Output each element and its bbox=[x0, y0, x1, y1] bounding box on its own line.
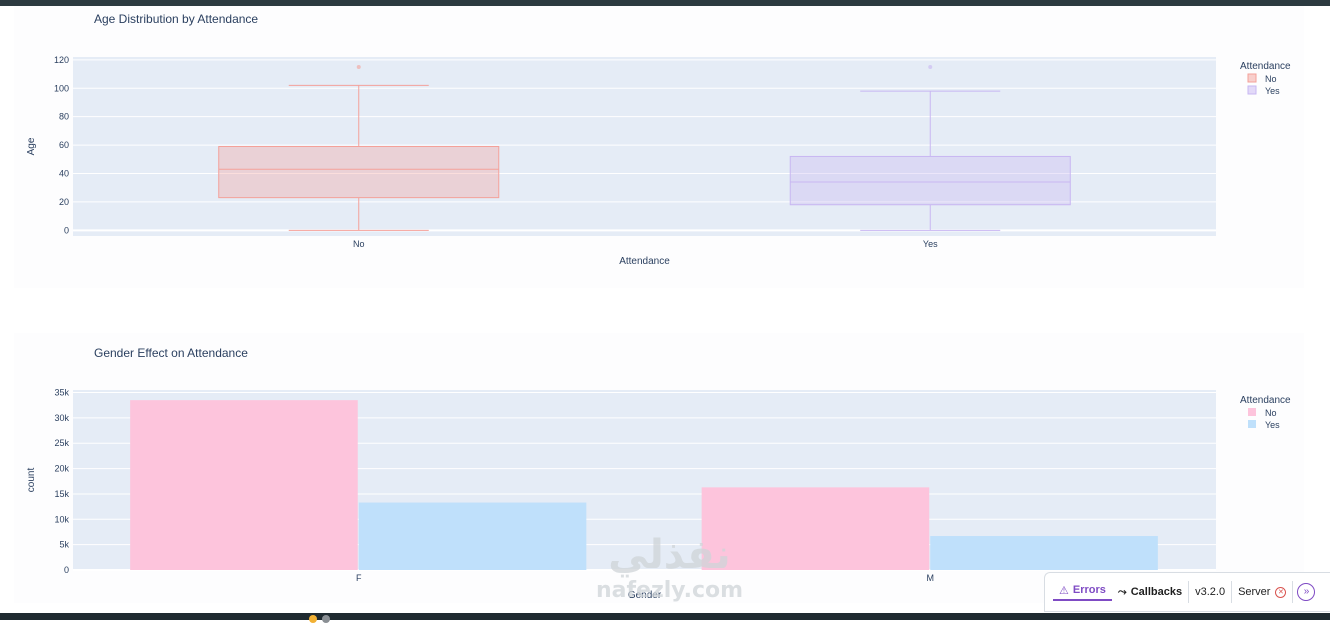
legend-label: Yes bbox=[1265, 86, 1280, 96]
x-tick-label: Yes bbox=[923, 239, 938, 249]
legend-title: Attendance bbox=[1240, 61, 1291, 72]
callback-graph-icon: ⤳ bbox=[1117, 585, 1127, 598]
y-tick-label: 120 bbox=[54, 55, 69, 65]
y-tick-label: 25k bbox=[54, 438, 69, 448]
y-tick-label: 0 bbox=[64, 565, 69, 575]
watermark-arabic: نفذلي bbox=[608, 532, 731, 578]
y-tick-label: 15k bbox=[54, 489, 69, 499]
version-label: v3.2.0 bbox=[1195, 586, 1226, 598]
taskbar bbox=[0, 613, 1330, 620]
y-tick-label: 30k bbox=[54, 413, 69, 423]
warning-icon: ⚠ bbox=[1059, 584, 1069, 597]
legend-swatch bbox=[1247, 73, 1257, 83]
watermark: نفذلي nafezly.com bbox=[582, 532, 757, 616]
callbacks-tab[interactable]: ⤳ Callbacks bbox=[1112, 586, 1188, 599]
server-status[interactable]: Server ✕ bbox=[1232, 586, 1292, 598]
taskbar-app-icon[interactable] bbox=[322, 615, 330, 623]
y-tick-label: 80 bbox=[59, 112, 69, 122]
y-tick-label: 5k bbox=[59, 540, 69, 550]
bar-yes bbox=[358, 502, 587, 570]
box-outlier bbox=[928, 64, 933, 69]
errors-label: Errors bbox=[1072, 584, 1106, 596]
bar-yes bbox=[930, 536, 1158, 570]
legend-swatch bbox=[1248, 420, 1256, 428]
x-tick-label: No bbox=[353, 239, 365, 249]
box-outlier bbox=[356, 64, 361, 69]
taskbar-app-icon[interactable] bbox=[309, 615, 317, 623]
server-error-icon: ✕ bbox=[1275, 586, 1287, 598]
y-tick-label: 20 bbox=[59, 197, 69, 207]
legend-label: No bbox=[1265, 74, 1277, 84]
y-tick-label: 100 bbox=[54, 83, 69, 93]
y-tick-label: 40 bbox=[59, 168, 69, 178]
legend-title: Attendance bbox=[1240, 395, 1291, 406]
callbacks-label: Callbacks bbox=[1130, 586, 1183, 598]
server-label: Server bbox=[1238, 586, 1271, 598]
y-axis-title: count bbox=[26, 468, 37, 493]
y-tick-label: 0 bbox=[64, 225, 69, 235]
legend-label: No bbox=[1265, 408, 1277, 418]
age-box-panel: Age Distribution by Attendance 0 20 40 60 80… bbox=[14, 6, 1304, 288]
x-axis-title: Attendance bbox=[619, 256, 670, 267]
collapse-toggle-icon[interactable]: » bbox=[1297, 583, 1316, 601]
age-box-chart: 0 20 40 60 80 100 120 Attendance Age No Yes Attenda… bbox=[26, 55, 1291, 267]
watermark-latin: nafezly.com bbox=[595, 578, 744, 603]
errors-tab[interactable]: ⚠ Errors bbox=[1053, 584, 1112, 601]
box-body bbox=[218, 146, 500, 199]
divider bbox=[1292, 581, 1294, 603]
legend-swatch bbox=[1248, 408, 1256, 416]
y-tick-label: 35k bbox=[54, 388, 69, 398]
legend-label: Yes bbox=[1265, 420, 1280, 430]
box-body bbox=[789, 155, 1071, 206]
y-tick-label: 10k bbox=[54, 514, 69, 524]
bar-no bbox=[130, 400, 358, 570]
x-tick-label: M bbox=[927, 573, 935, 583]
y-tick-label: 20k bbox=[54, 464, 69, 474]
legend-swatch bbox=[1247, 85, 1257, 95]
y-axis-title: Age bbox=[26, 137, 37, 155]
x-tick-label: F bbox=[356, 573, 362, 583]
y-tick-label: 60 bbox=[59, 140, 69, 150]
dash-devtools-bar: ⚠ Errors ⤳ Callbacks v3.2.0 Server ✕ » bbox=[1044, 572, 1330, 612]
